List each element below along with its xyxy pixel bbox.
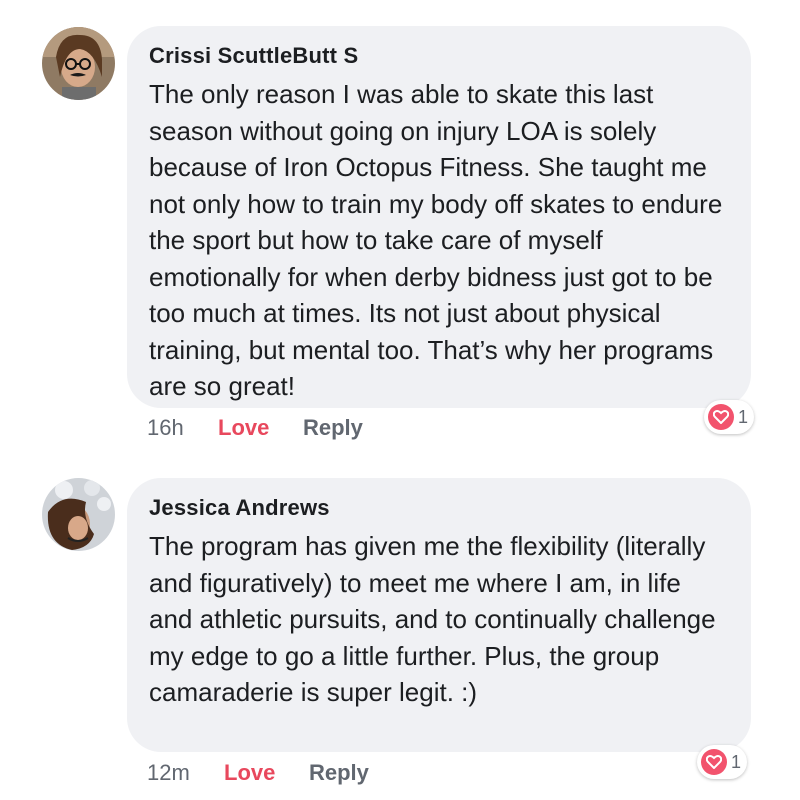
love-button[interactable]: Love <box>218 415 269 441</box>
reaction-count-badge[interactable]: 1 <box>704 400 755 434</box>
love-button[interactable]: Love <box>224 760 275 786</box>
comment-text: The only reason I was able to skate this… <box>149 79 723 401</box>
heart-icon <box>708 404 734 430</box>
avatar[interactable] <box>42 27 115 100</box>
reaction-count: 1 <box>731 751 742 772</box>
comment-author[interactable]: Crissi ScuttleButt S <box>149 43 731 69</box>
reply-button[interactable]: Reply <box>303 415 363 441</box>
reply-button[interactable]: Reply <box>309 760 369 786</box>
comment-author[interactable]: Jessica Andrews <box>149 495 731 521</box>
reaction-count-badge[interactable]: 1 <box>697 745 748 779</box>
reaction-count: 1 <box>738 406 749 427</box>
comment-timestamp[interactable]: 16h <box>147 415 184 441</box>
avatar-photo <box>42 27 115 100</box>
comment-bubble: Jessica Andrews The program has given me… <box>127 478 751 752</box>
comment-timestamp[interactable]: 12m <box>147 760 190 786</box>
comment-bubble: Crissi ScuttleButt S The only reason I w… <box>127 26 751 408</box>
avatar[interactable] <box>42 478 115 551</box>
comment-text: The program has given me the flexibility… <box>149 531 716 707</box>
heart-icon <box>701 749 727 775</box>
avatar-photo <box>42 478 115 551</box>
